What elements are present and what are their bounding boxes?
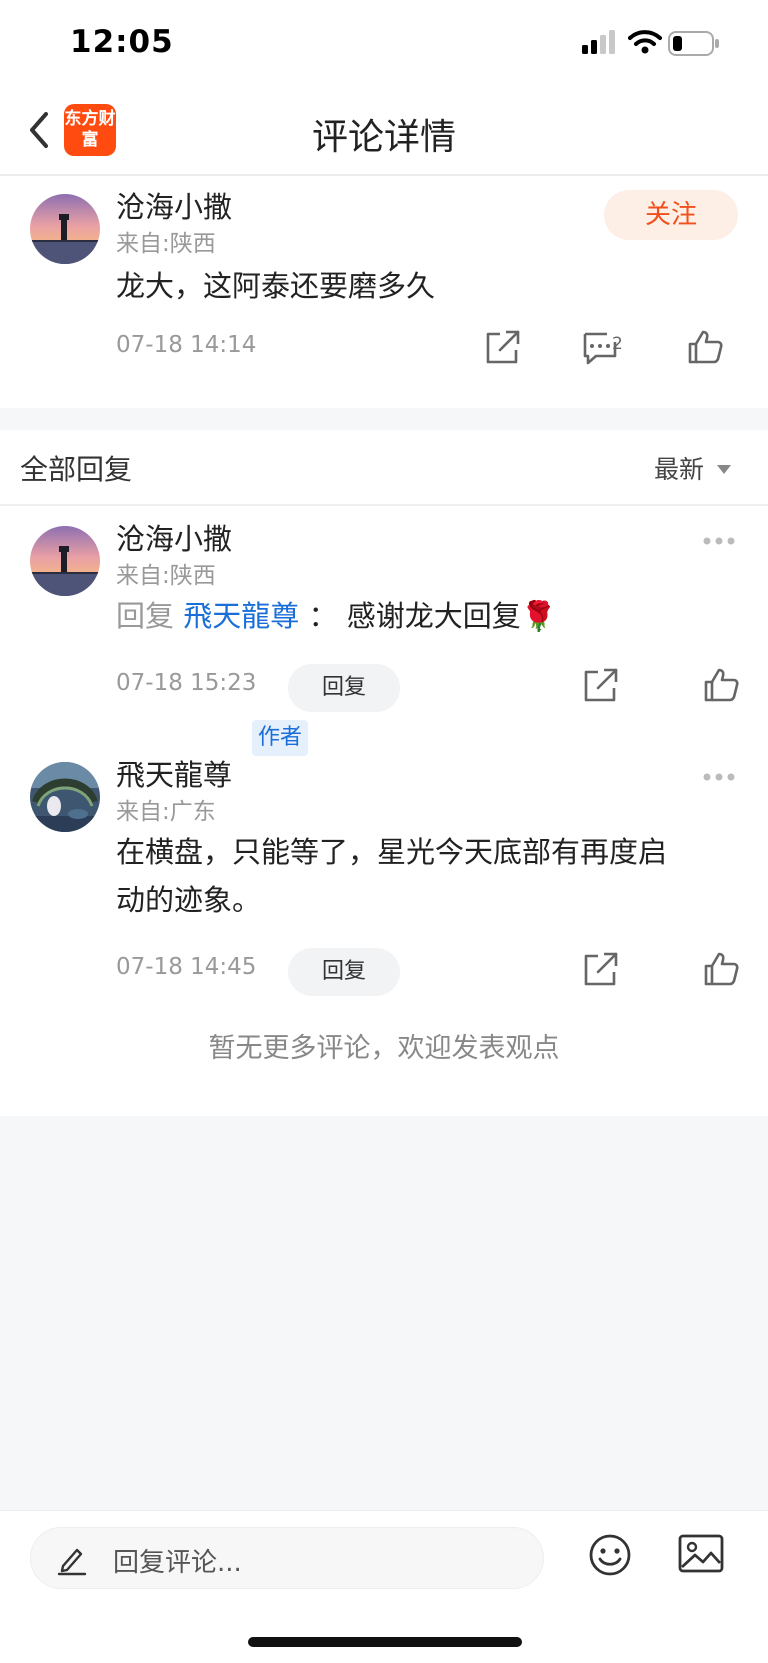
reply-body: 感谢龙大回复🌹 xyxy=(346,599,557,633)
reply-button[interactable]: 回复 xyxy=(288,948,400,996)
nav-bar: 东方财富 评论详情 xyxy=(0,86,768,176)
wifi-icon xyxy=(628,30,662,54)
replies-section: 全部回复 最新 沧海小撒 来自:陕西 回复 飛天龍尊 ： 感谢龙大回复🌹 07-… xyxy=(0,430,768,1116)
reply-input-placeholder: 回复评论... xyxy=(113,1548,242,1578)
battery-icon xyxy=(668,31,719,56)
page-title: 评论详情 xyxy=(311,117,456,158)
share-icon xyxy=(486,330,520,364)
reply-timestamp: 07-18 14:45 xyxy=(116,954,257,980)
reply-text-line: 在横盘，只能等了，星光今天底部有再度启 xyxy=(116,835,668,869)
replies-title: 全部回复 xyxy=(20,453,133,486)
avatar[interactable] xyxy=(30,762,100,832)
emoji-icon[interactable] xyxy=(588,1533,632,1577)
user-location: 来自:陕西 xyxy=(116,563,216,589)
reply-text: 在横盘，只能等了，星光今天底部有再度启 动的迹象。 xyxy=(116,828,667,924)
reply-text: 回复 飛天龍尊 ： 感谢龙大回复🌹 xyxy=(116,592,557,640)
like-button[interactable] xyxy=(700,664,742,706)
user-name[interactable]: 飛天龍尊 xyxy=(116,752,232,794)
avatar[interactable] xyxy=(30,526,100,596)
reply-count-badge: 2 xyxy=(612,334,623,354)
user-name[interactable]: 沧海小撒 xyxy=(116,184,232,226)
thumbs-up-icon xyxy=(704,668,739,702)
reply-timestamp: 07-18 15:23 xyxy=(116,670,257,696)
more-icon[interactable] xyxy=(702,536,736,546)
comment-timestamp: 07-18 14:14 xyxy=(116,332,257,358)
share-icon xyxy=(584,952,618,986)
original-comment: 沧海小撒 来自:陕西 关注 龙大，这阿泰还要磨多久 07-18 14:14 2 xyxy=(0,176,768,408)
reply-text-line: 动的迹象。 xyxy=(116,883,262,917)
home-indicator xyxy=(248,1637,522,1647)
reply-separator: ： xyxy=(308,599,338,633)
reply-input[interactable]: 回复评论... xyxy=(30,1527,544,1589)
more-icon[interactable] xyxy=(702,772,736,782)
no-more-comments-text: 暂无更多评论，欢迎发表观点 xyxy=(208,1033,560,1064)
replies-header: 全部回复 最新 xyxy=(0,430,768,506)
user-location: 来自:陕西 xyxy=(116,231,216,257)
image-icon[interactable] xyxy=(678,1533,724,1575)
bottom-bar: 回复评论... xyxy=(0,1510,768,1663)
share-button[interactable] xyxy=(580,948,622,990)
comment-text: 龙大，这阿泰还要磨多久 xyxy=(116,269,436,303)
share-button[interactable] xyxy=(580,664,622,706)
status-time: 12:05 xyxy=(70,24,174,60)
reply-button[interactable]: 回复 xyxy=(288,664,400,712)
share-icon xyxy=(584,668,618,702)
follow-button[interactable]: 关注 xyxy=(604,190,738,240)
user-location: 来自:广东 xyxy=(116,799,216,825)
like-button[interactable] xyxy=(700,948,742,990)
avatar[interactable] xyxy=(30,194,100,264)
thumbs-up-icon xyxy=(704,952,739,986)
pencil-icon xyxy=(57,1548,87,1576)
sort-select[interactable]: 最新 xyxy=(654,450,704,486)
like-button[interactable] xyxy=(684,326,726,368)
status-bar: 12:05 xyxy=(0,0,768,86)
share-button[interactable] xyxy=(482,326,524,368)
author-badge: 作者 xyxy=(252,720,309,756)
reply-prefix: 回复 xyxy=(116,599,175,633)
cellular-signal-icon xyxy=(582,30,615,54)
mention-link[interactable]: 飛天龍尊 xyxy=(183,599,299,633)
thumbs-up-icon xyxy=(688,330,723,364)
user-name[interactable]: 沧海小撒 xyxy=(116,516,232,558)
comment-detail-page: 12:05 东方财富 评论详情 沧海小撒 来自:陕西 关注 龙大，这阿泰还要磨多… xyxy=(0,0,768,1663)
caret-down-icon[interactable] xyxy=(717,465,731,474)
